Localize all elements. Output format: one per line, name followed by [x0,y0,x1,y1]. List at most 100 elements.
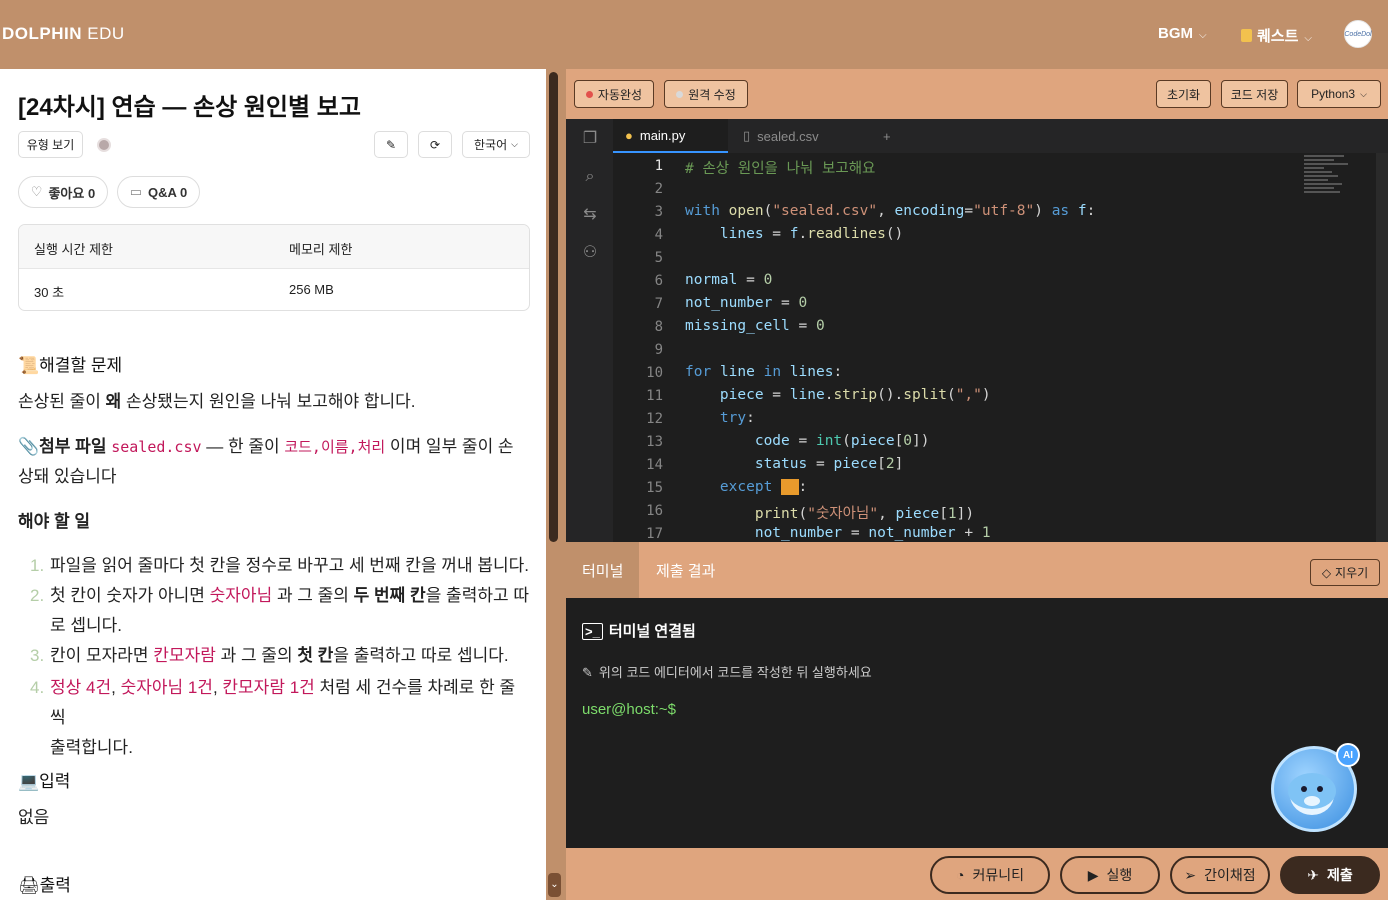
line-number: 12 [646,411,663,427]
editor-toolbar: 자동완성 원격 수정 초기화 코드 저장 Python3 ⌵ [566,69,1388,119]
language-select[interactable]: 한국어 ⌵ [462,131,530,158]
terminal-icon: >_ [582,623,603,640]
reset-button[interactable]: 초기화 [1156,80,1211,108]
quick-grade-button[interactable]: ➢ 간이채점 [1170,856,1270,894]
users-icon[interactable]: ⚇ [580,243,600,263]
terminal-tabs: 터미널 제출 결과 ◇ 지우기 [566,542,1388,598]
code-line: status = piece[2] [754,456,904,472]
scroll-icon [1241,29,1252,42]
scroll-icon: 📜 [18,356,40,375]
refresh-icon: ⟳ [429,137,441,152]
terminal-output[interactable]: >_ 터미널 연결됨 ✎ 위의 코드 에디터에서 코드를 작성한 뒤 실행하세요 u… [566,598,1388,848]
editor-scrollbar[interactable] [1376,153,1388,542]
save-code-button[interactable]: 코드 저장 [1221,80,1288,108]
problem-description: 손상된 줄이 왜 손상됐는지 원인을 나눠 보고해야 합니다. [18,392,416,411]
submit-button[interactable]: ✈ 제출 [1280,856,1380,894]
python-icon: ● [625,127,633,143]
avatar[interactable]: CodeDol [1344,20,1372,48]
list-item: 3. 칸이 모자라면 칸모자람 과 그 줄의 첫 칸을 출력하고 따로 셉니다. [30,646,509,665]
terminal-hint: ✎ 위의 코드 에디터에서 코드를 작성한 뒤 실행하세요 [582,665,872,680]
input-description: 없음 [18,808,50,827]
code-line: print("숫자아님", piece[1]) [754,506,975,522]
line-number: 7 [654,296,663,312]
code-line: # 손상 원인을 나눠 보고해요 [685,161,876,177]
edit-button[interactable]: ✎ [374,131,408,158]
refresh-button[interactable]: ⟳ [418,131,452,158]
terminal-prompt: user@host:~$ [582,701,677,718]
chevron-down-icon: ⌵ [511,139,518,149]
activity-bar: ❐ ⌕ ⇆ ⚇ [566,119,613,542]
code-area[interactable]: 1 2 3 4 5 6 7 8 9 10 11 12 13 14 15 16 1… [613,153,1388,542]
remote-edit-toggle[interactable]: 원격 수정 [664,80,748,108]
code-line: missing_cell = 0 [685,318,825,334]
run-button[interactable]: ▶ 실행 [1060,856,1160,894]
ai-badge: AI [1336,743,1360,767]
code-line: try: [719,410,755,426]
code-minimap[interactable] [1304,155,1352,205]
tab-sealed-csv[interactable]: ▯ sealed.csv [731,119,866,153]
laptop-icon: 💻 [18,772,40,791]
line-number: 15 [646,480,663,496]
code-line: except __: [719,479,808,495]
add-tab-button[interactable]: + [871,119,901,153]
clear-button[interactable]: ◇ 지우기 [1310,559,1380,586]
line-number: 1 [654,158,663,174]
line-number: 9 [654,342,663,358]
terminal-status: >_ 터미널 연결됨 [582,620,696,641]
line-number: 2 [654,181,663,197]
bgm-menu[interactable]: BGM ⌵ [1158,25,1207,42]
source-control-icon[interactable]: ⇆ [580,205,600,225]
code-editor[interactable]: ❐ ⌕ ⇆ ⚇ ● main.py ▯ sealed.csv + 1 2 3 4 5… [566,119,1388,542]
memory-limit-header: 메모리 제한 [289,242,353,257]
paper-plane-icon: ✈ [1307,866,1319,883]
files-icon[interactable]: ❐ [580,129,600,149]
tab-main-py[interactable]: ● main.py [613,119,728,153]
play-icon: ▶ [1087,866,1099,883]
code-line: normal = 0 [685,272,773,288]
problem-scrollbar-thumb[interactable] [549,72,558,542]
quest-menu[interactable]: 퀘스트 ⌵ [1241,25,1312,46]
section-output-heading: 🖨출력 [18,876,71,895]
line-number: 16 [646,503,663,519]
qa-button[interactable]: ▭ Q&A 0 [117,176,200,208]
language-select[interactable]: Python3 ⌵ [1297,80,1381,108]
time-limit-header: 실행 시간 제한 [34,242,113,257]
community-icon: ◔ [956,867,965,883]
line-number: 11 [646,388,663,404]
attachment-file-link[interactable]: sealed.csv [111,438,201,456]
list-item: 4. 정상 4건, 숫자아님 1건, 칸모자람 1건 처럼 세 건수를 차례로 한… [30,678,516,757]
comment-icon: ▭ [129,184,143,199]
difficulty-badge-icon [97,138,111,152]
scroll-down-button[interactable]: ⌄ [548,873,561,897]
line-number: 6 [654,273,663,289]
brand-logo[interactable]: DOLPHIN EDU [2,24,125,44]
eraser-icon: ◇ [1321,565,1332,580]
section-problem-heading: 📜해결할 문제 [18,356,123,375]
list-item: 2. 첫 칸이 숫자가 아니면 숫자아님 과 그 줄의 두 번째 칸을 출력하고 … [30,586,529,635]
todo-list: 1. 파일을 읽어 줄마다 첫 칸을 정수로 바꾸고 세 번째 칸을 꺼내 봅니다… [30,551,530,763]
search-icon[interactable]: ⌕ [580,167,600,187]
like-button[interactable]: ♡ 좋아요 0 [18,176,108,208]
line-number: 3 [654,204,663,220]
line-number: 4 [654,227,663,243]
heart-icon: ♡ [30,184,43,199]
community-button[interactable]: ◔ 커뮤니티 [930,856,1050,894]
chevron-down-icon: ⌵ [1304,33,1312,44]
line-number: 13 [646,434,663,450]
edit-icon: ✎ [582,665,593,680]
code-line: not_number = not_number + 1 [754,525,991,541]
chevron-down-icon: ⌵ [1360,88,1367,99]
list-item: 1. 파일을 읽어 줄마다 첫 칸을 정수로 바꾸고 세 번째 칸을 꺼내 봅니다… [30,556,529,575]
code-line: lines = f.readlines() [719,226,904,242]
autocomplete-toggle[interactable]: 자동완성 [574,80,654,108]
problem-panel: [24차시] 연습 — 손상 원인별 보고 유형 보기 ✎ ⟳ 한국어 ⌵ ♡ 좋아… [0,69,546,900]
code-line: for line in lines: [685,364,843,380]
action-bar: ◔ 커뮤니티 ▶ 실행 ➢ 간이채점 ✈ 제출 [566,848,1388,900]
file-icon: ▯ [743,128,751,143]
tab-submit-result[interactable]: 제출 결과 [640,542,731,598]
tab-terminal[interactable]: 터미널 [566,542,640,598]
code-line: piece = line.strip().split(",") [719,387,991,403]
page-title: [24차시] 연습 — 손상 원인별 보고 [18,94,361,121]
line-number: 8 [654,319,663,335]
type-view-button[interactable]: 유형 보기 [18,131,83,158]
